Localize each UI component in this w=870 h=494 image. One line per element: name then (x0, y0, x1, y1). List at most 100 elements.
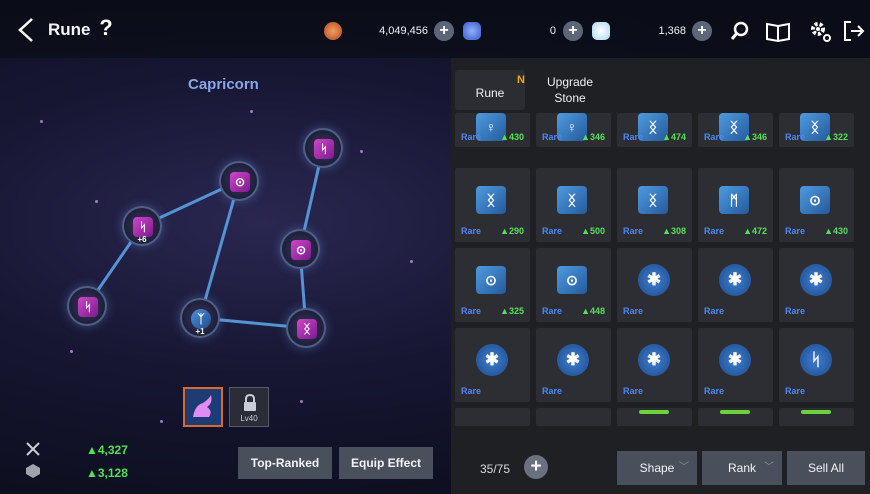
rune-card[interactable]: ᛝ Rare ▲290 (455, 168, 530, 242)
blue-gem-icon (463, 22, 481, 40)
rank-filter-label: Rank (727, 461, 756, 475)
tab-rune[interactable]: Rune N (455, 70, 525, 110)
top-ranked-button[interactable]: Top-Ranked (238, 447, 332, 479)
rune-screen: Rune ? 4,049,456 + 0 + 1,368 + Capricorn… (0, 0, 870, 494)
rune-card[interactable]: ♀ Rare ▲346 (536, 113, 611, 147)
rune-grade: Rare (542, 132, 563, 142)
rune-card[interactable] (617, 408, 692, 426)
rune-grade: Rare (461, 132, 482, 142)
rune-gem: ⊙ (291, 240, 311, 260)
rune-card[interactable] (536, 408, 611, 426)
rune-card[interactable]: ✱ Rare (698, 248, 773, 322)
rune-slot[interactable]: ᛋ (303, 128, 343, 168)
rune-gem: ᛝ (297, 319, 317, 339)
rune-score: ▲325 (500, 306, 524, 316)
rune-grade: Rare (623, 306, 644, 316)
inventory-count: 35/75 (480, 462, 511, 476)
capricorn-icon (193, 395, 212, 417)
rune-score: ▲430 (824, 226, 848, 236)
exit-button[interactable] (842, 19, 866, 43)
rune-card[interactable]: ✱ Rare (536, 328, 611, 402)
rune-grid: ♀ Rare ▲430 ♀ Rare ▲346 ᛝ Rare ▲474 ᛝ Ra… (455, 113, 867, 488)
rune-icon: ⊙ (476, 266, 506, 294)
rune-card[interactable]: ᛋ Rare (779, 328, 854, 402)
rune-score: ▲448 (581, 306, 605, 316)
defense-icon (26, 464, 40, 478)
rune-inventory-panel: Rune N Upgrade Stone ♀ Rare ▲430 ♀ Rare … (451, 58, 870, 494)
tab-upgrade-stone[interactable]: Upgrade Stone (535, 74, 605, 106)
equip-effect-button[interactable]: Equip Effect (339, 447, 433, 479)
rune-card[interactable]: ✱ Rare (617, 248, 692, 322)
rune-card[interactable]: ✱ Rare (455, 328, 530, 402)
rune-level: +6 (137, 235, 147, 244)
help-button[interactable]: ? (93, 15, 119, 43)
rune-card[interactable]: ᛝ Rare ▲500 (536, 168, 611, 242)
rune-grade: Rare (461, 306, 482, 316)
rank-filter-dropdown[interactable]: Rank ﹀ (702, 451, 782, 485)
rune-card[interactable]: ᛝ Rare ▲474 (617, 113, 692, 147)
rune-grade: Rare (785, 226, 806, 236)
rune-card[interactable]: ♀ Rare ▲430 (455, 113, 530, 147)
rune-icon: ᛝ (638, 186, 668, 214)
rune-icon: ᛝ (557, 186, 587, 214)
rune-card[interactable]: ᛝ Rare ▲346 (698, 113, 773, 147)
rune-gem: ⊙ (230, 172, 250, 192)
add-gold-button[interactable]: + (434, 21, 454, 41)
search-button[interactable] (728, 19, 752, 43)
rune-grade: Rare (704, 132, 725, 142)
rune-icon: ✱ (476, 344, 508, 376)
rune-card[interactable]: ⊙ Rare ▲430 (779, 168, 854, 242)
rune-card[interactable]: ✱ Rare (617, 328, 692, 402)
crystal-icon (592, 22, 610, 40)
rune-slot[interactable]: ⊙ (280, 229, 320, 269)
tab-rune-label: Rune (475, 86, 505, 100)
rune-gem: ᛉ (191, 309, 211, 329)
add-blue-gem-button[interactable]: + (563, 21, 583, 41)
shape-filter-dropdown[interactable]: Shape ﹀ (617, 451, 697, 485)
rune-grade: Rare (623, 226, 644, 236)
locked-constellation-tab[interactable]: Lv40 (229, 387, 269, 427)
rune-card[interactable]: ᛝ Rare ▲308 (617, 168, 692, 242)
rune-grade: Rare (785, 132, 806, 142)
rune-card[interactable] (779, 408, 854, 426)
capricorn-constellation-tab[interactable] (183, 387, 223, 427)
rune-icon: ✱ (557, 344, 589, 376)
rune-slot[interactable]: ᛋ +6 (122, 206, 162, 246)
page-title: Rune (48, 20, 91, 39)
rune-card[interactable]: ⊙ Rare ▲325 (455, 248, 530, 322)
rune-slot[interactable]: ᛉ +1 (180, 298, 220, 338)
rune-score: ▲472 (743, 226, 767, 236)
rune-score: ▲346 (581, 132, 605, 142)
rune-glow (720, 410, 750, 414)
rune-slot[interactable]: ⊙ (219, 161, 259, 201)
rune-grade: Rare (623, 132, 644, 142)
gold-amount: 4,049,456 (379, 25, 428, 37)
rune-card[interactable]: ✱ Rare (779, 248, 854, 322)
rune-score: ▲474 (662, 132, 686, 142)
exit-icon (844, 21, 865, 41)
book-icon (766, 22, 790, 43)
rune-level: +1 (195, 327, 205, 336)
new-badge: N (517, 74, 525, 86)
rune-icon: ✱ (719, 344, 751, 376)
rune-card[interactable] (455, 408, 530, 426)
add-crystal-button[interactable]: + (692, 21, 712, 41)
rune-icon: ⊙ (800, 186, 830, 214)
gear-icon (811, 22, 831, 42)
rune-grade: Rare (461, 226, 482, 236)
rune-card[interactable]: ᛗ Rare ▲472 (698, 168, 773, 242)
back-button[interactable] (14, 16, 38, 44)
rune-card[interactable]: ⊙ Rare ▲448 (536, 248, 611, 322)
chevron-down-icon: ﹀ (764, 462, 774, 473)
rune-slot[interactable]: ᛝ (286, 308, 326, 348)
settings-button[interactable] (808, 19, 832, 43)
rune-score: ▲430 (500, 132, 524, 142)
rune-slot[interactable]: ᛋ (67, 286, 107, 326)
rune-card[interactable]: ᛝ Rare ▲322 (779, 113, 854, 147)
rune-card[interactable]: ✱ Rare (698, 328, 773, 402)
codex-button[interactable] (764, 19, 792, 43)
expand-inventory-button[interactable]: + (524, 455, 548, 479)
rune-icon: ⊙ (557, 266, 587, 294)
sell-all-button[interactable]: Sell All (787, 451, 865, 485)
rune-card[interactable] (698, 408, 773, 426)
